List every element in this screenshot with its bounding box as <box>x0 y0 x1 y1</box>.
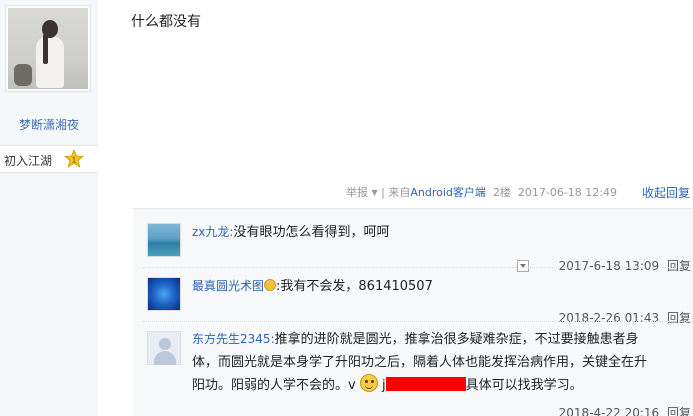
reply-author-link[interactable]: 东方先生2345: <box>192 332 275 346</box>
post-content: 什么都没有 <box>131 14 201 30</box>
smiley-face-icon <box>359 374 378 392</box>
rank-label: 初入江湖 <box>4 154 53 168</box>
reply-text-line2: 体，而圆光就是本身学了升阳功之后，隔着人体也能发挥治病作用，关键全在升 <box>192 355 648 370</box>
reply-text-tail: 具体可以找我学习。 <box>465 378 583 393</box>
rank-star-icon: 1 <box>64 149 84 168</box>
reply-time: 2018-2-26 01:43 <box>558 311 660 325</box>
rank-level: 1 <box>72 156 77 165</box>
reply-time: 2018-4-22 20:16 <box>558 406 660 416</box>
client-link[interactable]: Android客户端 <box>410 186 486 199</box>
report-dropdown-icon[interactable]: ▼ <box>371 188 377 197</box>
divider <box>143 321 693 322</box>
post-meta: 举报 ▼ | 来自Android客户端 2楼 2017-06-18 12:49 <box>346 184 617 200</box>
reply-button[interactable]: 回复 <box>667 406 691 416</box>
reply-button[interactable]: 回复 <box>667 259 691 273</box>
username-link[interactable]: 梦断潇湘夜 <box>0 116 98 133</box>
reply-content: 东方先生2345:推拿的进阶就是圆光，推拿治很多疑难杂症，不过要接触患者身 体，… <box>192 328 680 397</box>
reply-footer: 2018-4-22 20:16 回复 <box>559 404 691 416</box>
post-time: 2017-06-18 12:49 <box>517 186 617 199</box>
smiley-icon <box>264 279 277 291</box>
reply-content: zx九龙:没有眼功怎么看得到，呵呵 <box>192 221 680 244</box>
reply-author-link[interactable]: zx九龙: <box>192 225 233 239</box>
reply-text: :我有不会发，861410507 <box>276 279 433 294</box>
user-avatar[interactable] <box>5 5 91 92</box>
reply-dropdown-icon[interactable] <box>517 260 529 272</box>
reply-author-link[interactable]: 最真圆光术图 <box>192 279 264 293</box>
divider <box>143 267 693 268</box>
floor-number: 2楼 <box>492 186 511 199</box>
collapse-replies-link[interactable]: 收起回复 <box>642 184 690 201</box>
report-link[interactable]: 举报 <box>346 186 368 199</box>
reply-avatar[interactable] <box>147 223 181 257</box>
user-sidebar: 梦断潇湘夜 初入江湖 1 <box>0 0 98 416</box>
reply-time: 2017-6-18 13:09 <box>558 259 660 273</box>
reply-text-line1: 推拿的进阶就是圆光，推拿治很多疑难杂症，不过要接触患者身 <box>274 332 639 347</box>
reply-footer: 2017-6-18 13:09 回复 <box>559 257 691 274</box>
avatar-image <box>8 8 88 89</box>
reply-avatar[interactable] <box>147 277 181 311</box>
source-separator: | 来自 <box>381 186 411 199</box>
redaction-bar <box>385 377 466 391</box>
reply-button[interactable]: 回复 <box>667 311 691 325</box>
rank-badge: 初入江湖 1 <box>0 145 98 173</box>
reply-footer: 2018-2-26 01:43 回复 <box>559 309 691 326</box>
reply-text-line3: 阳功。阳弱的人学不会的。v <box>192 378 356 393</box>
reply-text: 没有眼功怎么看得到，呵呵 <box>233 225 390 240</box>
reply-avatar[interactable] <box>147 331 181 365</box>
reply-content: 最真圆光术图 :我有不会发，861410507 <box>192 275 680 298</box>
reply-list: zx九龙:没有眼功怎么看得到，呵呵 2017-6-18 13:09 回复 最真圆… <box>133 208 693 416</box>
